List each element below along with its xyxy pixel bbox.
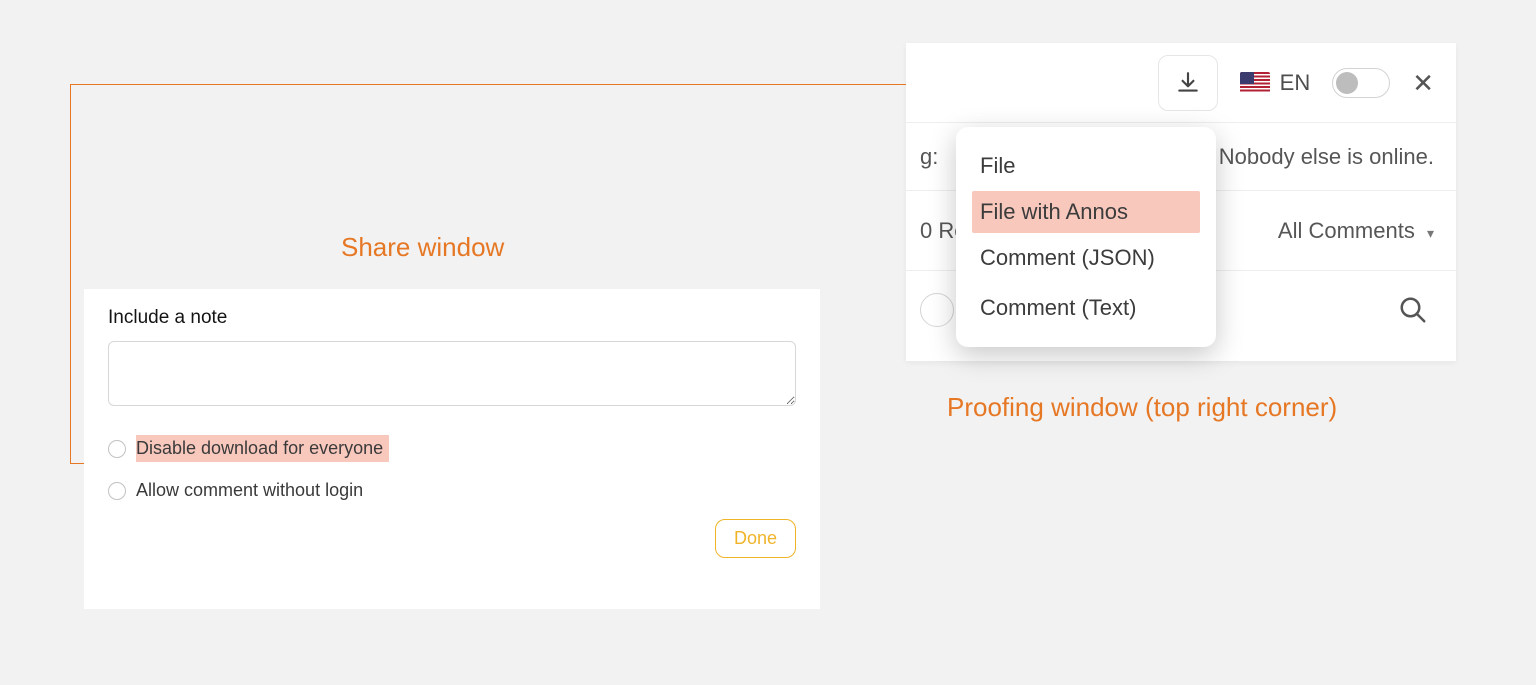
download-menu: File File with Annos Comment (JSON) Comm… xyxy=(956,127,1216,347)
toggle-switch[interactable] xyxy=(1332,68,1390,98)
radio-icon xyxy=(108,440,126,458)
download-button[interactable] xyxy=(1158,55,1218,111)
menu-item-comment-json[interactable]: Comment (JSON) xyxy=(956,233,1216,283)
chevron-down-icon: ▾ xyxy=(1427,225,1434,241)
note-textarea[interactable] xyxy=(108,341,796,406)
status-left-fragment: g: xyxy=(920,144,938,170)
share-window-card: Include a note Disable download for ever… xyxy=(84,289,820,609)
partial-circle-edge xyxy=(920,293,954,327)
include-note-label: Include a note xyxy=(108,307,796,329)
done-button[interactable]: Done xyxy=(715,519,796,558)
close-icon[interactable]: ✕ xyxy=(1412,70,1434,96)
comments-filter[interactable]: All Comments ▾ xyxy=(1278,218,1434,244)
status-online-text: Nobody else is online. xyxy=(1219,144,1434,170)
menu-item-file-with-annos[interactable]: File with Annos xyxy=(972,191,1200,233)
allow-comment-label: Allow comment without login xyxy=(136,480,363,501)
allow-comment-row[interactable]: Allow comment without login xyxy=(108,480,796,501)
annotation-share-window: Share window xyxy=(341,232,504,263)
proofing-toolbar: EN ✕ xyxy=(906,43,1456,123)
radio-icon xyxy=(108,482,126,500)
language-selector[interactable]: EN xyxy=(1240,70,1311,96)
search-icon[interactable] xyxy=(1398,295,1428,325)
annotation-proofing-window: Proofing window (top right corner) xyxy=(947,392,1337,423)
language-code: EN xyxy=(1280,70,1311,96)
menu-item-file[interactable]: File xyxy=(956,141,1216,191)
us-flag-icon xyxy=(1240,72,1270,94)
download-icon xyxy=(1175,70,1201,96)
disable-download-label: Disable download for everyone xyxy=(136,435,389,462)
menu-item-comment-text[interactable]: Comment (Text) xyxy=(956,283,1216,333)
disable-download-row[interactable]: Disable download for everyone xyxy=(108,435,796,462)
